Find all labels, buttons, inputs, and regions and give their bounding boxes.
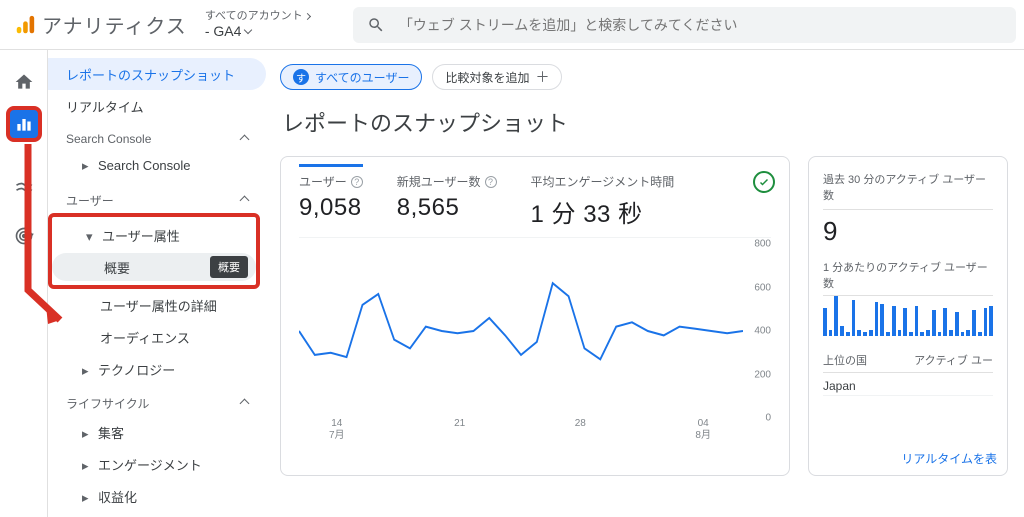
sidebar-section-label: ライフサイクル xyxy=(66,395,149,412)
account-line1: すべてのアカウント xyxy=(205,10,303,23)
rail-advertising-button[interactable] xyxy=(8,220,40,252)
sidebar-item-label: オーディエンス xyxy=(100,328,190,347)
help-icon[interactable]: ? xyxy=(351,176,363,188)
chevron-right-icon xyxy=(304,13,311,20)
chip-badge: す xyxy=(293,69,309,85)
chip-add-comparison[interactable]: 比較対象を追加 ＋ xyxy=(432,64,562,90)
metric-label: 平均エンゲージメント時間 xyxy=(531,173,675,190)
realtime-mini-chart xyxy=(823,296,993,344)
sidebar-item-label: ユーザー属性の詳細 xyxy=(100,296,217,315)
metric-tab-users[interactable]: ユーザー? 9,058 xyxy=(299,164,363,235)
account-picker[interactable]: すべてのアカウント - GA4 xyxy=(195,10,345,40)
logo-area: アナリティクス xyxy=(8,10,187,39)
sidebar-item-label: レポートのスナップショット xyxy=(66,65,235,84)
rail-explore-button[interactable] xyxy=(8,170,40,202)
metric-value: 9,058 xyxy=(299,194,363,222)
home-icon xyxy=(14,72,34,92)
plus-icon: ＋ xyxy=(535,70,549,84)
sidebar-item-label: 収益化 xyxy=(98,490,137,505)
col-active-users: アクティブ ユー xyxy=(914,352,993,368)
app-header: アナリティクス すべてのアカウント - GA4 xyxy=(0,0,1024,50)
sidebar-item-user-attributes[interactable]: ▾ユーザー属性 xyxy=(52,219,256,251)
sidebar-item-label: テクノロジー xyxy=(98,363,175,378)
sidebar-item-label: エンゲージメント xyxy=(98,458,202,473)
rail-reports-button-highlight[interactable] xyxy=(6,106,42,142)
insights-check-icon[interactable] xyxy=(753,171,775,193)
chevron-up-icon xyxy=(240,399,250,409)
sidebar-item-overview[interactable]: 概要 概要 xyxy=(52,253,256,281)
chevron-up-icon xyxy=(240,134,250,144)
search-icon xyxy=(367,16,385,34)
chevron-up-icon xyxy=(240,196,250,206)
sidebar-item-audience[interactable]: オーディエンス xyxy=(48,321,266,353)
sidebar-item-label: リアルタイム xyxy=(66,97,144,116)
realtime-heading: 過去 30 分のアクティブ ユーザー数 xyxy=(823,171,993,210)
sidebar-item-engagement[interactable]: ▸エンゲージメント xyxy=(48,448,266,480)
sidebar-item-label: Search Console xyxy=(98,158,191,173)
sidebar-item-label: 概要 xyxy=(104,258,130,277)
realtime-card: 過去 30 分のアクティブ ユーザー数 9 1 分あたりのアクティブ ユーザー数… xyxy=(808,156,1008,476)
analytics-logo-icon xyxy=(14,14,36,36)
chip-all-users[interactable]: す すべてのユーザー xyxy=(280,64,422,90)
realtime-view-link[interactable]: リアルタイムを表 xyxy=(901,450,997,467)
sidebar-item-retention[interactable]: 維持率 xyxy=(48,512,266,517)
sidebar-item-user-attr-detail[interactable]: ユーザー属性の詳細 xyxy=(48,289,266,321)
overview-tooltip-tag: 概要 xyxy=(210,256,248,278)
help-icon[interactable]: ? xyxy=(485,176,497,188)
search-input[interactable] xyxy=(397,16,1002,34)
caret-down-icon xyxy=(244,26,252,34)
sidebar-section-lifecycle[interactable]: ライフサイクル xyxy=(48,385,266,416)
sidebar-section-label: Search Console xyxy=(66,132,151,146)
chip-label: すべてのユーザー xyxy=(315,69,409,86)
users-line-chart: 0200400600800 147月2128048月 xyxy=(299,244,771,444)
sidebar-section-label: ユーザー xyxy=(66,192,114,209)
metric-label: ユーザー xyxy=(299,173,347,190)
sidebar-item-snapshot[interactable]: レポートのスナップショット xyxy=(48,58,266,90)
search-bar[interactable] xyxy=(353,7,1016,43)
metric-value: 1 分 33 秒 xyxy=(531,194,675,229)
property-suffix: - GA4 xyxy=(205,23,242,40)
target-icon xyxy=(14,226,34,246)
nav-rail xyxy=(0,50,48,517)
sidebar-item-search-console[interactable]: ▸Search Console xyxy=(48,150,266,182)
realtime-value: 9 xyxy=(823,210,993,259)
realtime-table-header: 上位の国 アクティブ ユー xyxy=(823,344,993,373)
realtime-country-row: Japan xyxy=(823,373,993,396)
col-country: 上位の国 xyxy=(823,352,867,368)
overview-card: ユーザー? 9,058 新規ユーザー数? 8,565 平均エンゲージメント時間 … xyxy=(280,156,790,476)
metric-tab-new-users[interactable]: 新規ユーザー数? 8,565 xyxy=(397,173,497,235)
reports-sidebar: レポートのスナップショット リアルタイム Search Console ▸Sea… xyxy=(48,50,266,517)
sidebar-item-technology[interactable]: ▸テクノロジー xyxy=(48,353,266,385)
line-chart-svg xyxy=(299,244,743,418)
page-title: レポートのスナップショット xyxy=(282,106,1024,138)
metric-tabs: ユーザー? 9,058 新規ユーザー数? 8,565 平均エンゲージメント時間 … xyxy=(299,173,771,238)
sidebar-section-search-console[interactable]: Search Console xyxy=(48,122,266,150)
sidebar-item-label: 集客 xyxy=(98,426,124,441)
main-content: す すべてのユーザー 比較対象を追加 ＋ レポートのスナップショット ユーザー?… xyxy=(266,50,1024,517)
rail-home-button[interactable] xyxy=(8,66,40,98)
chip-label: 比較対象を追加 xyxy=(445,69,529,86)
sidebar-item-label: ユーザー属性 xyxy=(102,229,180,244)
metric-value: 8,565 xyxy=(397,194,497,222)
comparison-chips: す すべてのユーザー 比較対象を追加 ＋ xyxy=(280,64,1024,90)
product-name: アナリティクス xyxy=(42,10,187,39)
realtime-subheading: 1 分あたりのアクティブ ユーザー数 xyxy=(823,259,993,296)
sidebar-item-realtime[interactable]: リアルタイム xyxy=(48,90,266,122)
sidebar-item-monetization[interactable]: ▸収益化 xyxy=(48,480,266,512)
sidebar-section-user[interactable]: ユーザー xyxy=(48,182,266,213)
bar-chart-icon xyxy=(14,114,34,134)
metric-label: 新規ユーザー数 xyxy=(397,173,481,190)
x-axis: 147月2128048月 xyxy=(299,418,741,444)
sidebar-highlight-box: ▾ユーザー属性 概要 概要 xyxy=(48,213,260,289)
explore-icon xyxy=(14,176,34,196)
sidebar-item-acquisition[interactable]: ▸集客 xyxy=(48,416,266,448)
metric-tab-avg-engagement[interactable]: 平均エンゲージメント時間 1 分 33 秒 xyxy=(531,173,675,235)
